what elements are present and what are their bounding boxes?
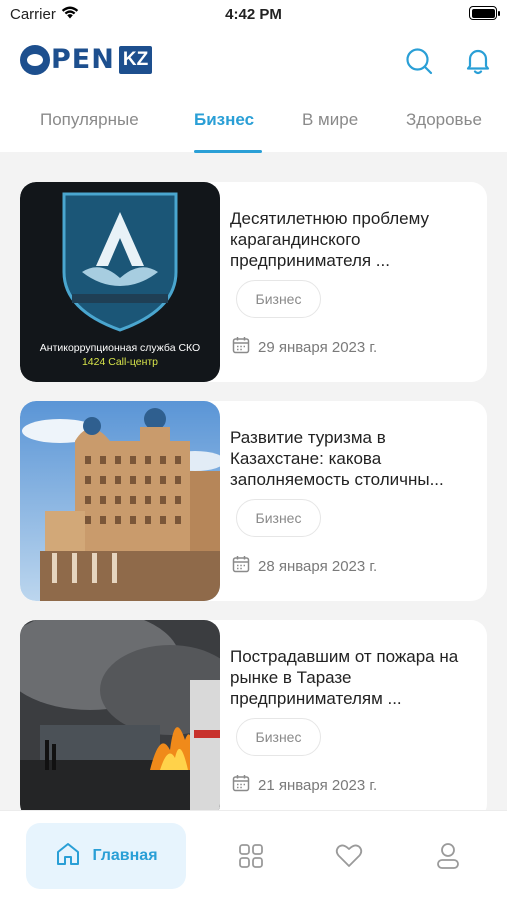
bottom-nav: Главная	[0, 810, 507, 900]
openkz-logo[interactable]: PEN KZ	[20, 44, 153, 76]
calendar-icon	[232, 555, 250, 577]
search-icon[interactable]	[404, 46, 434, 76]
nav-home-label: Главная	[92, 847, 158, 864]
article-tag[interactable]: Бизнес	[236, 718, 321, 756]
status-time: 4:42 PM	[225, 6, 282, 23]
article-card[interactable]: Развитие туризма в Казахстане: какова за…	[20, 401, 487, 601]
logo-kz-badge: KZ	[118, 46, 153, 74]
article-tag[interactable]: Бизнес	[236, 280, 321, 318]
article-tag[interactable]: Бизнес	[236, 499, 321, 537]
categories-grid-icon[interactable]	[236, 841, 266, 871]
app-header: PEN KZ Популярные Бизнес В мире Здоровье	[0, 30, 507, 153]
tab-popular[interactable]: Популярные	[40, 110, 139, 130]
article-date: 28 января 2023 г.	[232, 555, 377, 577]
article-title[interactable]: Десятилетнюю проблему карагандинского пр…	[230, 208, 470, 271]
article-date-text: 28 января 2023 г.	[258, 557, 378, 575]
nav-home-button[interactable]: Главная	[26, 823, 186, 889]
battery-icon	[469, 6, 500, 20]
article-date: 29 января 2023 г.	[232, 336, 377, 358]
tab-business[interactable]: Бизнес	[194, 110, 254, 130]
calendar-icon	[232, 774, 250, 796]
logo-text: PEN	[51, 44, 115, 75]
image-caption-line2: 1424 Call-центр	[81, 356, 159, 368]
article-title[interactable]: Пострадавшим от пожара на рынке в Таразе…	[230, 646, 470, 709]
image-caption-line1: Антикоррупционная служба СКО	[39, 342, 201, 354]
article-title[interactable]: Развитие туризма в Казахстане: какова за…	[230, 427, 470, 490]
article-date-text: 21 января 2023 г.	[258, 776, 378, 794]
article-date-text: 29 января 2023 г.	[258, 338, 378, 356]
article-image	[20, 620, 220, 820]
profile-icon[interactable]	[433, 841, 463, 871]
logo-o-mark	[20, 45, 50, 75]
article-image	[20, 401, 220, 601]
article-card[interactable]: Пострадавшим от пожара на рынке в Таразе…	[20, 620, 487, 820]
heart-icon[interactable]	[334, 841, 364, 871]
article-date: 21 января 2023 г.	[232, 774, 377, 796]
status-bar: Carrier 4:42 PM	[0, 0, 507, 30]
tab-world[interactable]: В мире	[302, 110, 358, 130]
article-image: Антикоррупционная служба СКО 1424 Call-ц…	[20, 182, 220, 382]
home-icon	[54, 840, 82, 873]
active-tab-indicator	[194, 150, 262, 153]
tab-health[interactable]: Здоровье	[406, 110, 482, 130]
article-card[interactable]: Антикоррупционная служба СКО 1424 Call-ц…	[20, 182, 487, 382]
bell-icon[interactable]	[463, 46, 493, 76]
category-tabs: Популярные Бизнес В мире Здоровье	[0, 110, 507, 153]
calendar-icon	[232, 336, 250, 358]
